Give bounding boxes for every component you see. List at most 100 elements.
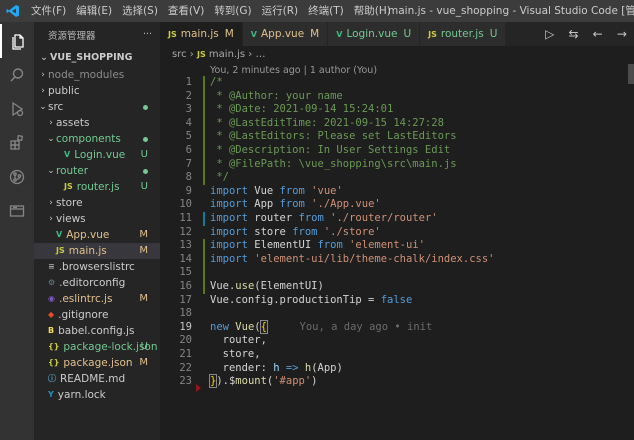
tree-item[interactable]: › node_modules (34, 67, 160, 83)
menu-item[interactable]: 查看(V) (163, 0, 209, 22)
code-line[interactable]: 10 import App from './App.vue' (160, 198, 634, 212)
tree-item[interactable]: › public (34, 83, 160, 99)
remote-explorer-icon[interactable] (0, 194, 34, 228)
code-line[interactable]: 20 router, (160, 334, 634, 348)
search-icon[interactable] (0, 58, 34, 92)
editor-tab[interactable]: JS router.js U (420, 22, 507, 46)
editor-tab[interactable]: V App.vue M (242, 22, 329, 46)
tree-item[interactable]: {} package.json M (34, 355, 160, 371)
tree-item[interactable]: ◉ .eslintrc.js M (34, 291, 160, 307)
code-line[interactable]: 17 Vue.config.productionTip = false (160, 294, 634, 308)
gutter-added-marker[interactable] (203, 252, 205, 267)
project-folder[interactable]: ⌄ VUE_SHOPPING (34, 47, 160, 67)
tree-item[interactable]: › views (34, 211, 160, 227)
title-bar: 文件(F) 编辑(E) 选择(S) 查看(V) 转到(G) 运行(R) 终端(T) 帮助(H)… (0, 0, 634, 22)
gutter-added-marker[interactable] (203, 280, 205, 294)
tree-item-label: package.json (63, 357, 133, 369)
code-line[interactable]: 3 * @Date: 2021-09-14 15:24:01 (160, 103, 634, 117)
gutter-added-marker[interactable] (203, 144, 205, 158)
go-forward-icon[interactable]: → (617, 27, 627, 41)
code-line[interactable]: 12 import store from './store' (160, 226, 634, 240)
tree-item[interactable]: V App.vue M (34, 227, 160, 243)
code-editor[interactable]: 1/* 2 * @Author: your name 3 * @Date: 2021… (160, 76, 634, 440)
code-line[interactable]: 2 * @Author: your name (160, 89, 634, 104)
tree-item[interactable]: {} package-lock.json U (34, 339, 160, 355)
menu-item[interactable]: 转到(G) (209, 0, 256, 22)
tree-item[interactable]: ⌄ router (34, 163, 160, 179)
scrollbar-slider[interactable] (628, 64, 634, 84)
tree-item[interactable]: ⓘ README.md (34, 371, 160, 387)
gutter-added-marker[interactable] (203, 103, 205, 117)
tab-label: router.js (440, 28, 484, 40)
tree-item[interactable]: ≡ .browserslistrc (34, 259, 160, 275)
config-file-icon: ⚙ (48, 278, 56, 287)
code-line[interactable]: 8 */ (160, 171, 634, 185)
code-line[interactable]: 21 store, (160, 348, 634, 362)
code-line[interactable]: 15 (160, 266, 634, 280)
go-back-icon[interactable]: ← (593, 27, 603, 41)
tree-item[interactable]: JS main.js M (34, 243, 160, 259)
gutter-added-marker[interactable] (203, 130, 205, 144)
editor-tab[interactable]: JS main.js M (160, 22, 243, 46)
code-token: ) (311, 375, 318, 388)
compare-changes-icon[interactable]: ⇆ (568, 27, 578, 41)
code-line[interactable]: 7 * @FilePath: \vue_shopping\src\main.js (160, 157, 634, 172)
editor-tab[interactable]: V Login.vue U (328, 22, 421, 46)
line-number: 10 (179, 198, 192, 211)
line-number: 9 (185, 184, 192, 197)
tree-item[interactable]: › assets (34, 115, 160, 131)
code-line[interactable]: 19 new Vue({ You, a day ago • init (160, 319, 634, 335)
code-line[interactable]: 16 Vue.use(ElementUI) (160, 280, 634, 294)
code-line[interactable]: 13 import ElementUI from 'element-ui' (160, 239, 634, 253)
breadcrumb-folder[interactable]: src (172, 49, 187, 60)
gutter-added-marker[interactable] (203, 171, 205, 185)
breadcrumb-symbol[interactable]: … (255, 49, 265, 60)
source-control-icon[interactable] (0, 160, 34, 194)
tree-item[interactable]: ⚙ .editorconfig (34, 275, 160, 291)
tree-item[interactable]: › store (34, 195, 160, 211)
explorer-icon[interactable] (0, 24, 34, 58)
code-line[interactable]: 23}).$mount('#app') (160, 374, 634, 393)
code-line[interactable]: 1 /* (160, 76, 634, 90)
gutter-added-marker[interactable] (203, 239, 205, 253)
run-file-icon[interactable]: ▷ (545, 27, 554, 41)
code-line[interactable]: 5 * @LastEditors: Please set LastEditors (160, 130, 634, 144)
gutter-added-marker[interactable] (203, 76, 205, 90)
run-debug-icon[interactable] (0, 92, 34, 126)
menu-item[interactable]: 选择(S) (117, 0, 163, 22)
tree-item[interactable]: ⌄ components (34, 131, 160, 147)
gutter-modified-marker[interactable] (203, 212, 205, 226)
code-line[interactable]: 6 * @Description: In User Settings Edit (160, 144, 634, 158)
code-line[interactable]: 18 (160, 307, 634, 321)
gutter-added-marker[interactable] (203, 266, 205, 280)
menu-item[interactable]: 文件(F) (26, 0, 71, 22)
tree-item[interactable]: JS router.js U (34, 179, 160, 195)
menu-item[interactable]: 编辑(E) (71, 0, 117, 22)
extensions-icon[interactable] (0, 126, 34, 160)
gutter-added-marker[interactable] (203, 116, 205, 131)
code-line[interactable]: 22 render: h => h(App) (160, 362, 634, 376)
code-token: from (317, 239, 343, 252)
menu-item[interactable]: 终端(T) (303, 0, 349, 22)
code-line[interactable]: 14 import 'element-ui/lib/theme-chalk/ind… (160, 252, 634, 267)
code-line[interactable]: 11 import router from './router/router' (160, 212, 634, 226)
code-line[interactable]: 4 * @LastEditTime: 2021-09-15 14:27:28 (160, 116, 634, 131)
tree-item[interactable]: Bbabel.config.js (34, 323, 160, 339)
code-token: false (380, 293, 413, 306)
line-number: 3 (185, 103, 192, 116)
menu-bar: 文件(F) 编辑(E) 选择(S) 查看(V) 转到(G) 运行(R) 终端(T) 帮助(H) (26, 0, 396, 22)
tree-item-label: node_modules (48, 69, 125, 81)
gutter-added-marker[interactable] (203, 89, 205, 104)
tree-item[interactable]: Yyarn.lock (34, 387, 160, 403)
gutter-added-marker[interactable] (203, 157, 205, 172)
breadcrumb-file[interactable]: main.js (209, 49, 245, 60)
tree-item[interactable]: ◆ .gitignore (34, 307, 160, 323)
menu-item[interactable]: 运行(R) (257, 0, 304, 22)
gutter-deleted-marker[interactable] (196, 384, 201, 393)
tree-item[interactable]: V Login.vue U (34, 147, 160, 163)
explorer-more-button[interactable]: ··· (143, 29, 152, 40)
code-line[interactable]: 9 import Vue from 'vue' (160, 185, 634, 199)
code-token: use (235, 280, 255, 292)
tree-item[interactable]: ⌄ src (34, 99, 160, 115)
code-token: 'vue' (311, 184, 343, 197)
